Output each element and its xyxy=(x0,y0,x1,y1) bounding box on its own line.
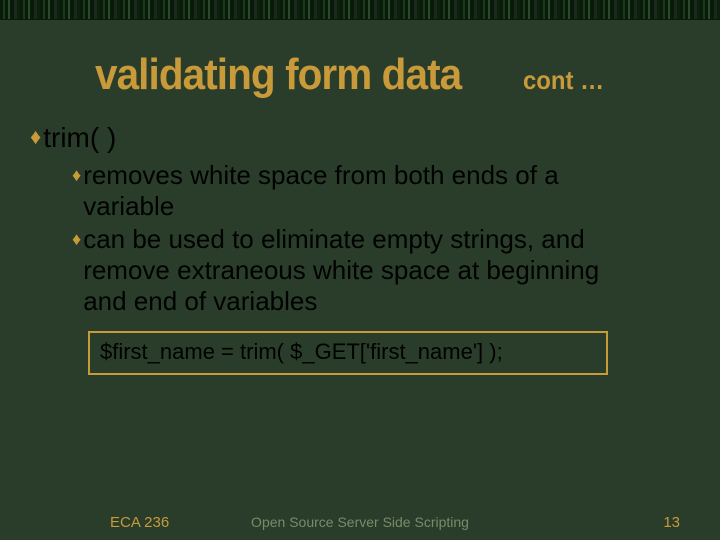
slide-subtitle: cont … xyxy=(523,65,604,96)
bullet-level2-text: can be used to eliminate empty strings, … xyxy=(83,224,643,317)
bullet-level2-text: removes white space from both ends of a … xyxy=(83,160,643,222)
code-example-text: $first_name = trim( $_GET['first_name'] … xyxy=(100,339,503,364)
diamond-bullet-icon: ♦ xyxy=(72,224,81,254)
code-example-box: $first_name = trim( $_GET['first_name'] … xyxy=(88,331,608,375)
footer-page-number: 13 xyxy=(663,514,680,531)
bullet-level2: ♦ removes white space from both ends of … xyxy=(72,160,680,222)
decorative-top-strip xyxy=(0,0,720,20)
sub-bullet-group: ♦ removes white space from both ends of … xyxy=(30,160,680,317)
bullet-level1-text: trim( ) xyxy=(43,122,116,154)
diamond-bullet-icon: ♦ xyxy=(72,160,81,190)
diamond-bullet-icon: ♦ xyxy=(30,122,41,152)
footer-course-code: ECA 236 xyxy=(110,514,169,531)
bullet-level1: ♦ trim( ) xyxy=(30,122,680,154)
footer-course-title: Open Source Server Side Scripting xyxy=(251,514,469,530)
slide-title: validating form data xyxy=(95,50,461,100)
slide-content: ♦ trim( ) ♦ removes white space from bot… xyxy=(0,100,720,375)
spacer xyxy=(0,20,720,50)
bullet-level2: ♦ can be used to eliminate empty strings… xyxy=(72,224,680,317)
title-row: validating form data cont … xyxy=(0,50,720,100)
